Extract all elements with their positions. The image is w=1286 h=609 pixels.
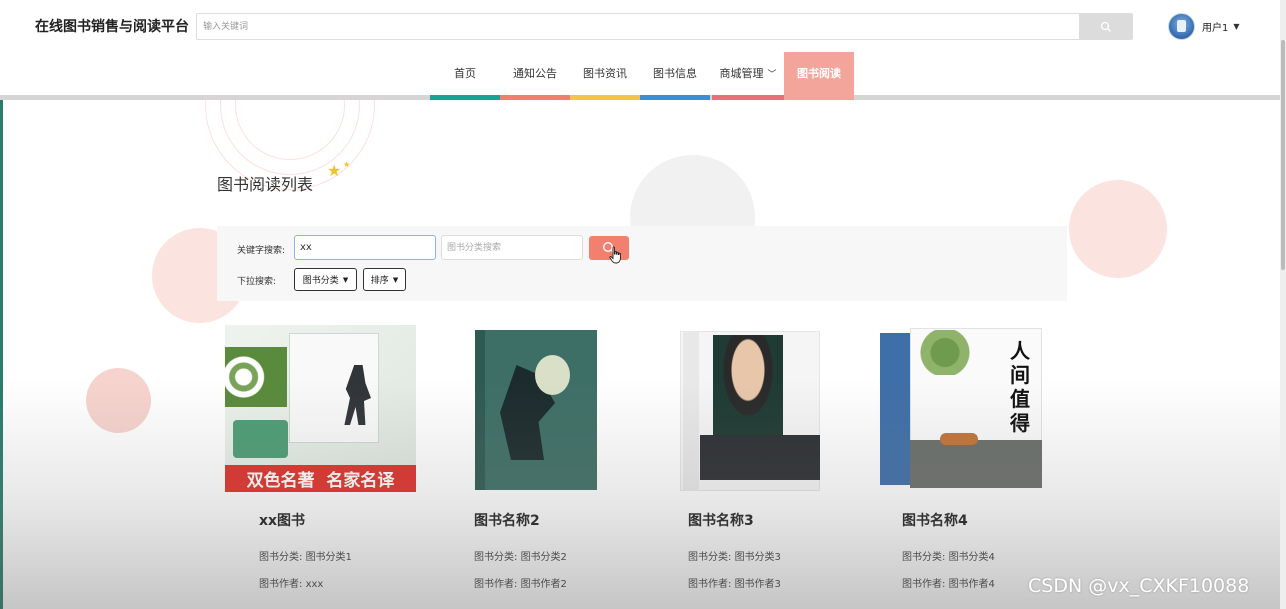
nav-label: 图书资讯: [583, 67, 627, 80]
book-spine: [475, 330, 485, 490]
category-label: 图书分类:: [902, 552, 946, 563]
book-cover[interactable]: 双色名著 名家名译: [225, 325, 416, 492]
nav-underline: [712, 95, 784, 100]
author-label: 图书作者:: [259, 579, 303, 590]
nav-home[interactable]: 首页: [430, 52, 500, 100]
category-value: 图书分类2: [520, 552, 567, 563]
user-menu[interactable]: 用户1 ▼: [1168, 13, 1240, 40]
portrait-illustration: [713, 335, 783, 435]
top-header: 在线图书销售与阅读平台 用户1 ▼: [0, 0, 1286, 52]
nav-underline: [640, 95, 710, 100]
sort-dropdown[interactable]: 排序 ▼: [363, 268, 406, 291]
cover-banner: 双色名著 名家名译: [225, 465, 416, 492]
nav-underline: [500, 95, 570, 100]
dropdown-label: 下拉搜索:: [237, 277, 277, 287]
caret-down-icon: ▼: [392, 275, 399, 284]
nav-underline: [570, 95, 640, 100]
brand-title: 在线图书销售与阅读平台: [35, 19, 189, 35]
book-author: 图书作者: xxx: [259, 575, 323, 590]
global-search-input[interactable]: [197, 14, 1079, 39]
nav-label: 通知公告: [513, 67, 557, 80]
nav-underline: [430, 95, 500, 100]
caret-down-icon[interactable]: ▼: [1233, 22, 1239, 31]
book-author: 图书作者: 图书作者4: [902, 575, 995, 590]
nav-book-info[interactable]: 图书信息: [640, 52, 710, 100]
nav-label: 商城管理: [719, 67, 764, 80]
decor-circle: [86, 368, 151, 433]
book-cover[interactable]: 人间值得: [870, 325, 1061, 492]
star-icon: ★: [343, 160, 351, 169]
cover-title-text: 人间值得: [1010, 339, 1030, 435]
nav-label: 图书信息: [653, 67, 697, 80]
author-value: xxx: [305, 579, 324, 590]
book-category: 图书分类: 图书分类4: [902, 548, 995, 563]
book-title[interactable]: xx图书: [259, 510, 305, 530]
nav-reading[interactable]: 图书阅读: [784, 52, 854, 100]
book-author: 图书作者: 图书作者3: [688, 575, 781, 590]
book-category: 图书分类: 图书分类3: [688, 548, 781, 563]
author-label: 图书作者:: [688, 579, 732, 590]
flower-illustration: [535, 355, 570, 395]
wall-illustration: [910, 440, 1042, 488]
avatar[interactable]: [1168, 13, 1195, 40]
decor-circle: [1069, 180, 1167, 278]
category-value: 图书分类3: [734, 552, 781, 563]
nav-label: 图书阅读: [797, 67, 841, 80]
author-value: 图书作者4: [948, 579, 995, 590]
global-search-button[interactable]: [1079, 14, 1132, 39]
author-label: 图书作者:: [474, 579, 518, 590]
category-search-input[interactable]: [441, 235, 583, 260]
author-value: 图书作者2: [520, 579, 567, 590]
nav-news[interactable]: 图书资讯: [570, 52, 640, 100]
user-name[interactable]: 用户1: [1202, 19, 1228, 34]
book-spine: [683, 331, 699, 491]
page-title: 图书阅读列表: [217, 175, 314, 194]
book-title[interactable]: 图书名称4: [902, 510, 968, 530]
scrollbar-thumb[interactable]: [1281, 40, 1285, 270]
category-dropdown-label: 图书分类: [302, 276, 339, 286]
book-title[interactable]: 图书名称2: [474, 510, 540, 530]
book-category: 图书分类: 图书分类1: [259, 548, 352, 563]
sort-dropdown-label: 排序: [370, 276, 389, 286]
book-author: 图书作者: 图书作者2: [474, 575, 567, 590]
book-cover[interactable]: [655, 325, 846, 492]
book-title[interactable]: 图书名称3: [688, 510, 754, 530]
caret-down-icon: ▼: [342, 275, 349, 284]
global-search: [196, 13, 1133, 40]
author-label: 图书作者:: [902, 579, 946, 590]
people-illustration: [700, 435, 820, 480]
chevron-down-icon: ﹀: [767, 69, 777, 80]
cover-badge: [233, 420, 288, 458]
csdn-watermark: CSDN @vx_CXKF10088: [1028, 575, 1250, 597]
cat-illustration: [940, 433, 978, 445]
hand-cursor-icon: [609, 246, 621, 264]
category-value: 图书分类1: [305, 552, 352, 563]
keyword-label: 关键字搜索:: [237, 246, 286, 256]
category-label: 图书分类:: [688, 552, 732, 563]
flower-illustration: [225, 347, 287, 407]
nav-label: 首页: [454, 67, 476, 80]
tree-illustration: [915, 330, 975, 375]
book-cover[interactable]: [440, 325, 631, 492]
nav-notice[interactable]: 通知公告: [500, 52, 570, 100]
category-value: 图书分类4: [948, 552, 995, 563]
category-label: 图书分类:: [474, 552, 518, 563]
star-icon: ★: [327, 161, 342, 180]
category-dropdown[interactable]: 图书分类 ▼: [294, 268, 357, 291]
author-value: 图书作者3: [734, 579, 781, 590]
book-category: 图书分类: 图书分类2: [474, 548, 567, 563]
nav-mall[interactable]: 商城管理 ﹀: [712, 52, 784, 100]
keyword-input[interactable]: [294, 235, 436, 260]
category-label: 图书分类:: [259, 552, 303, 563]
cover-banner-text: 双色名著 名家名译: [246, 471, 395, 491]
search-icon: [1100, 21, 1111, 32]
